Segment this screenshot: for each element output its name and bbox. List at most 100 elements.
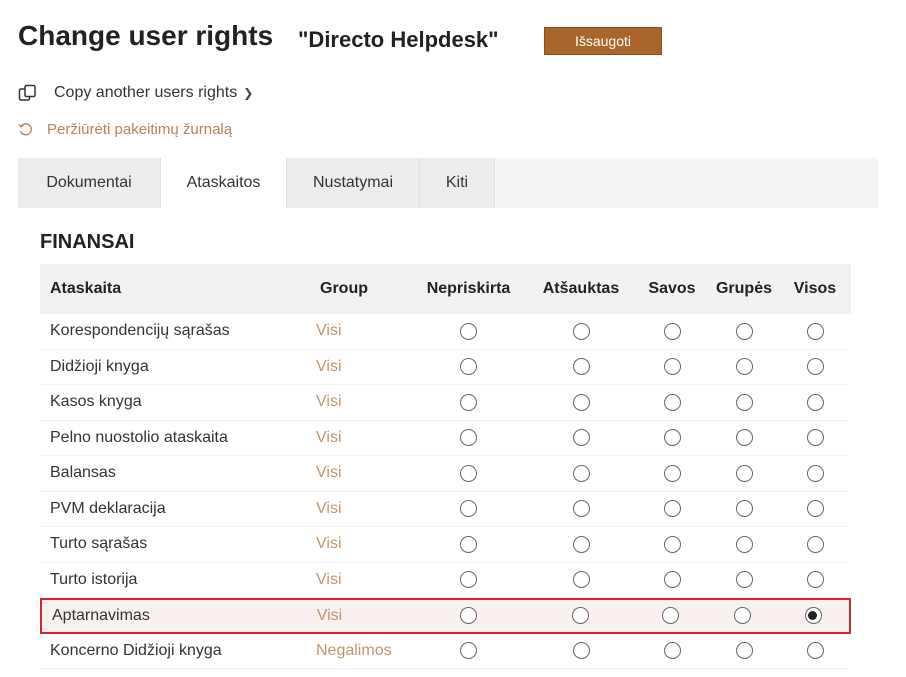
- option-cell: [410, 642, 527, 660]
- option-radio-savos[interactable]: [663, 642, 681, 660]
- report-name: Didžioji knyga: [50, 357, 149, 375]
- option-cell: [527, 571, 635, 589]
- option-radio-nepriskirta[interactable]: [460, 358, 477, 376]
- table-row: Didžioji knyga Visi: [40, 350, 851, 385]
- option-cell: [779, 393, 851, 411]
- option-cell: [410, 358, 527, 376]
- option-radio-grupės[interactable]: [735, 358, 753, 376]
- group-link[interactable]: Visi: [310, 393, 410, 411]
- option-cell: [635, 429, 709, 447]
- option-radio-nepriskirta[interactable]: [460, 429, 477, 447]
- option-radio-grupės[interactable]: [734, 607, 752, 625]
- column-header-option: Nepriskirta: [426, 280, 511, 297]
- group-link[interactable]: Visi: [310, 571, 410, 589]
- option-cell: [779, 535, 851, 553]
- table-row: Pelno nuostolio ataskaita Visi: [40, 421, 851, 456]
- option-cell: [410, 607, 526, 625]
- option-radio-grupės[interactable]: [735, 642, 753, 660]
- option-radio-savos[interactable]: [663, 358, 681, 376]
- option-radio-visos[interactable]: [804, 607, 822, 625]
- save-button[interactable]: Išsaugoti: [544, 27, 662, 55]
- table-header: Ataskaita Group Nepriskirta Atšauktas Sa…: [40, 264, 851, 314]
- option-radio-visos[interactable]: [806, 535, 824, 553]
- option-radio-visos[interactable]: [806, 322, 824, 340]
- option-cell: [410, 535, 527, 553]
- option-radio-atšauktas[interactable]: [572, 464, 590, 482]
- option-cell: [527, 393, 635, 411]
- option-cell: [527, 429, 635, 447]
- option-radio-visos[interactable]: [806, 642, 824, 660]
- option-radio-atšauktas[interactable]: [571, 607, 589, 625]
- option-radio-nepriskirta[interactable]: [459, 607, 477, 625]
- group-link[interactable]: Visi: [311, 607, 411, 625]
- table-row: Aptarnavimas Visi: [40, 598, 851, 634]
- column-header-group: Group: [320, 280, 368, 297]
- option-radio-atšauktas[interactable]: [572, 571, 590, 589]
- group-link[interactable]: Negalimos: [310, 642, 410, 660]
- option-radio-visos[interactable]: [806, 358, 824, 376]
- group-link[interactable]: Visi: [310, 358, 410, 376]
- option-radio-grupės[interactable]: [735, 429, 753, 447]
- option-radio-visos[interactable]: [806, 464, 824, 482]
- tab-nustatymai[interactable]: Nustatymai: [287, 158, 420, 208]
- option-cell: [635, 322, 709, 340]
- option-radio-grupės[interactable]: [735, 571, 753, 589]
- option-radio-atšauktas[interactable]: [572, 429, 590, 447]
- copy-icon: [18, 84, 36, 101]
- table-row: Turto sąrašas Visi: [40, 527, 851, 563]
- option-radio-atšauktas[interactable]: [572, 322, 590, 340]
- group-link[interactable]: Visi: [310, 535, 410, 553]
- option-radio-atšauktas[interactable]: [572, 393, 590, 411]
- option-cell: [779, 571, 851, 589]
- table-row: Balansas Visi: [40, 456, 851, 492]
- option-cell: [527, 500, 635, 518]
- option-radio-grupės[interactable]: [735, 500, 753, 518]
- option-radio-grupės[interactable]: [735, 535, 753, 553]
- option-radio-nepriskirta[interactable]: [460, 500, 477, 518]
- copy-rights-dropdown[interactable]: Copy another users rights ❯: [18, 84, 253, 102]
- group-link[interactable]: Visi: [310, 464, 410, 482]
- tab-kiti[interactable]: Kiti: [420, 158, 495, 208]
- option-radio-atšauktas[interactable]: [572, 358, 590, 376]
- option-radio-nepriskirta[interactable]: [460, 571, 477, 589]
- option-radio-nepriskirta[interactable]: [460, 322, 477, 340]
- option-cell: [527, 535, 635, 553]
- chevron-down-icon: ❯: [243, 86, 254, 100]
- option-radio-savos[interactable]: [663, 535, 681, 553]
- option-radio-grupės[interactable]: [735, 322, 753, 340]
- group-link[interactable]: Visi: [310, 429, 410, 447]
- option-radio-savos[interactable]: [663, 500, 681, 518]
- option-radio-savos[interactable]: [663, 429, 681, 447]
- option-radio-atšauktas[interactable]: [572, 500, 590, 518]
- option-radio-savos[interactable]: [663, 464, 681, 482]
- option-radio-savos[interactable]: [662, 607, 680, 625]
- option-radio-atšauktas[interactable]: [572, 535, 590, 553]
- rights-panel: Dokumentai Ataskaitos Nustatymai Kiti FI…: [18, 158, 878, 677]
- column-header-report: Ataskaita: [50, 280, 122, 297]
- option-radio-visos[interactable]: [806, 571, 824, 589]
- option-radio-nepriskirta[interactable]: [460, 535, 477, 553]
- option-radio-nepriskirta[interactable]: [460, 464, 477, 482]
- tab-ataskaitos[interactable]: Ataskaitos: [161, 158, 287, 208]
- change-history-link[interactable]: Peržiūrėti pakeitimų žurnalą: [18, 121, 232, 138]
- report-name: Balansas: [50, 464, 116, 482]
- report-name: Turto sąrašas: [50, 535, 148, 553]
- option-radio-visos[interactable]: [806, 429, 824, 447]
- option-radio-savos[interactable]: [663, 571, 681, 589]
- option-radio-atšauktas[interactable]: [572, 642, 590, 660]
- option-radio-visos[interactable]: [806, 500, 824, 518]
- option-radio-grupės[interactable]: [735, 464, 753, 482]
- option-cell: [410, 500, 527, 518]
- option-radio-nepriskirta[interactable]: [460, 642, 477, 660]
- group-link[interactable]: Visi: [310, 500, 410, 518]
- option-radio-nepriskirta[interactable]: [460, 393, 477, 411]
- option-radio-grupės[interactable]: [735, 393, 753, 411]
- column-header-option: Grupės: [715, 280, 772, 297]
- tab-dokumentai[interactable]: Dokumentai: [18, 158, 161, 208]
- option-radio-visos[interactable]: [806, 393, 824, 411]
- report-name: Pelno nuostolio ataskaita: [50, 428, 228, 446]
- option-radio-savos[interactable]: [663, 322, 681, 340]
- option-radio-savos[interactable]: [663, 393, 681, 411]
- column-header-option: Atšauktas: [542, 280, 620, 297]
- group-link[interactable]: Visi: [310, 322, 410, 340]
